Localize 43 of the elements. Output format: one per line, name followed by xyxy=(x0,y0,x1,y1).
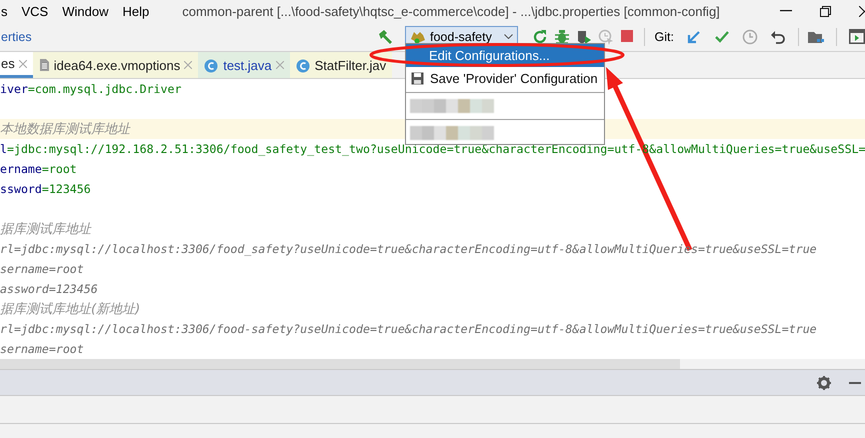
hammer-icon[interactable] xyxy=(377,28,393,44)
code-line: ername=root xyxy=(0,162,77,176)
minimize-icon[interactable] xyxy=(780,10,792,12)
code-line: assword=123456 xyxy=(0,282,98,296)
class-icon xyxy=(296,58,311,72)
restore-icon[interactable] xyxy=(820,6,831,16)
code-line: iver=com.mysql.jdbc.Driver xyxy=(0,82,182,96)
file-icon xyxy=(38,58,50,72)
terminal-icon[interactable] xyxy=(849,29,865,44)
settings-icon[interactable] xyxy=(817,376,831,390)
menu-item[interactable]: Save 'Provider' Configuration xyxy=(406,67,604,90)
breadcrumb[interactable]: erties xyxy=(1,30,32,44)
config-icon xyxy=(410,29,426,44)
code-line: rl=jdbc:mysql://localhost:3306/food_safety?useUnicode=true&characterEncoding=utf-8&allowMultiQueries=true&useSSL=true xyxy=(0,242,817,256)
menu-item[interactable]: Window xyxy=(55,4,116,18)
code-line: ssword=123456 xyxy=(0,182,91,196)
editor-tab[interactable]: StatFilter.jav xyxy=(290,52,392,78)
stop-icon[interactable] xyxy=(620,28,636,44)
save-icon xyxy=(411,72,424,85)
window-title: common-parent [...\food-safety\hqtsc_e-commerce\code] - ...\jdbc.properties [common-config] xyxy=(182,4,720,18)
git-label: Git: xyxy=(654,30,674,44)
menu-item[interactable]: Help xyxy=(115,4,156,18)
commit-icon[interactable] xyxy=(714,28,730,44)
code-comment: 据库测试库地址 xyxy=(0,222,91,237)
code-line: sername=root xyxy=(0,342,84,356)
menu-item[interactable]: VCS xyxy=(14,4,56,18)
menu-item[interactable]: s xyxy=(0,4,14,18)
profiler-icon[interactable] xyxy=(598,28,614,44)
editor-tab[interactable]: test.java xyxy=(198,52,290,78)
update-icon[interactable] xyxy=(686,28,702,44)
code-comment: 据库测试库地址(新地址) xyxy=(0,302,140,317)
editor-tab[interactable]: es xyxy=(0,52,33,78)
editor-tab[interactable]: idea64.exe.vmoptions xyxy=(32,52,198,78)
code-line: sername=root xyxy=(0,262,84,276)
code-line: rl=jdbc:mysql://localhost:3306/food-safety?useUnicode=true&characterEncoding=utf-8&allowMultiQueries=true&useSSL=true xyxy=(0,322,817,336)
rerun-icon[interactable] xyxy=(532,28,548,44)
history-icon[interactable] xyxy=(742,28,758,44)
coverage-icon[interactable] xyxy=(576,28,592,44)
code-comment: 本地数据库测试库地址 xyxy=(0,122,130,137)
revert-icon[interactable] xyxy=(770,28,786,44)
class-icon xyxy=(204,58,220,72)
caret-icon xyxy=(504,34,513,39)
scrollbar-thumb[interactable] xyxy=(0,359,680,369)
